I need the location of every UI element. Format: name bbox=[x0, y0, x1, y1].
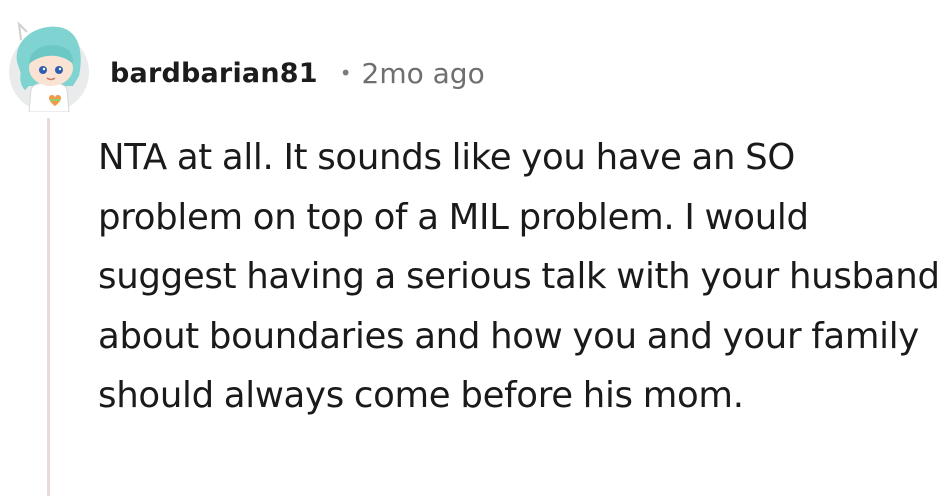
thread-collapse-line[interactable] bbox=[47, 118, 50, 496]
comment-header: bardbarian81 • 2mo ago bbox=[110, 53, 485, 93]
comment-timestamp[interactable]: 2mo ago bbox=[362, 57, 485, 90]
user-avatar[interactable] bbox=[3, 16, 95, 112]
username-link[interactable]: bardbarian81 bbox=[110, 58, 318, 89]
comment-body: NTA at all. It sounds like you have an S… bbox=[98, 137, 940, 416]
meta-separator: • bbox=[339, 61, 352, 85]
snoo-avatar-icon bbox=[9, 21, 89, 112]
comment: bardbarian81 • 2mo ago NTA at all. It so… bbox=[0, 0, 948, 496]
